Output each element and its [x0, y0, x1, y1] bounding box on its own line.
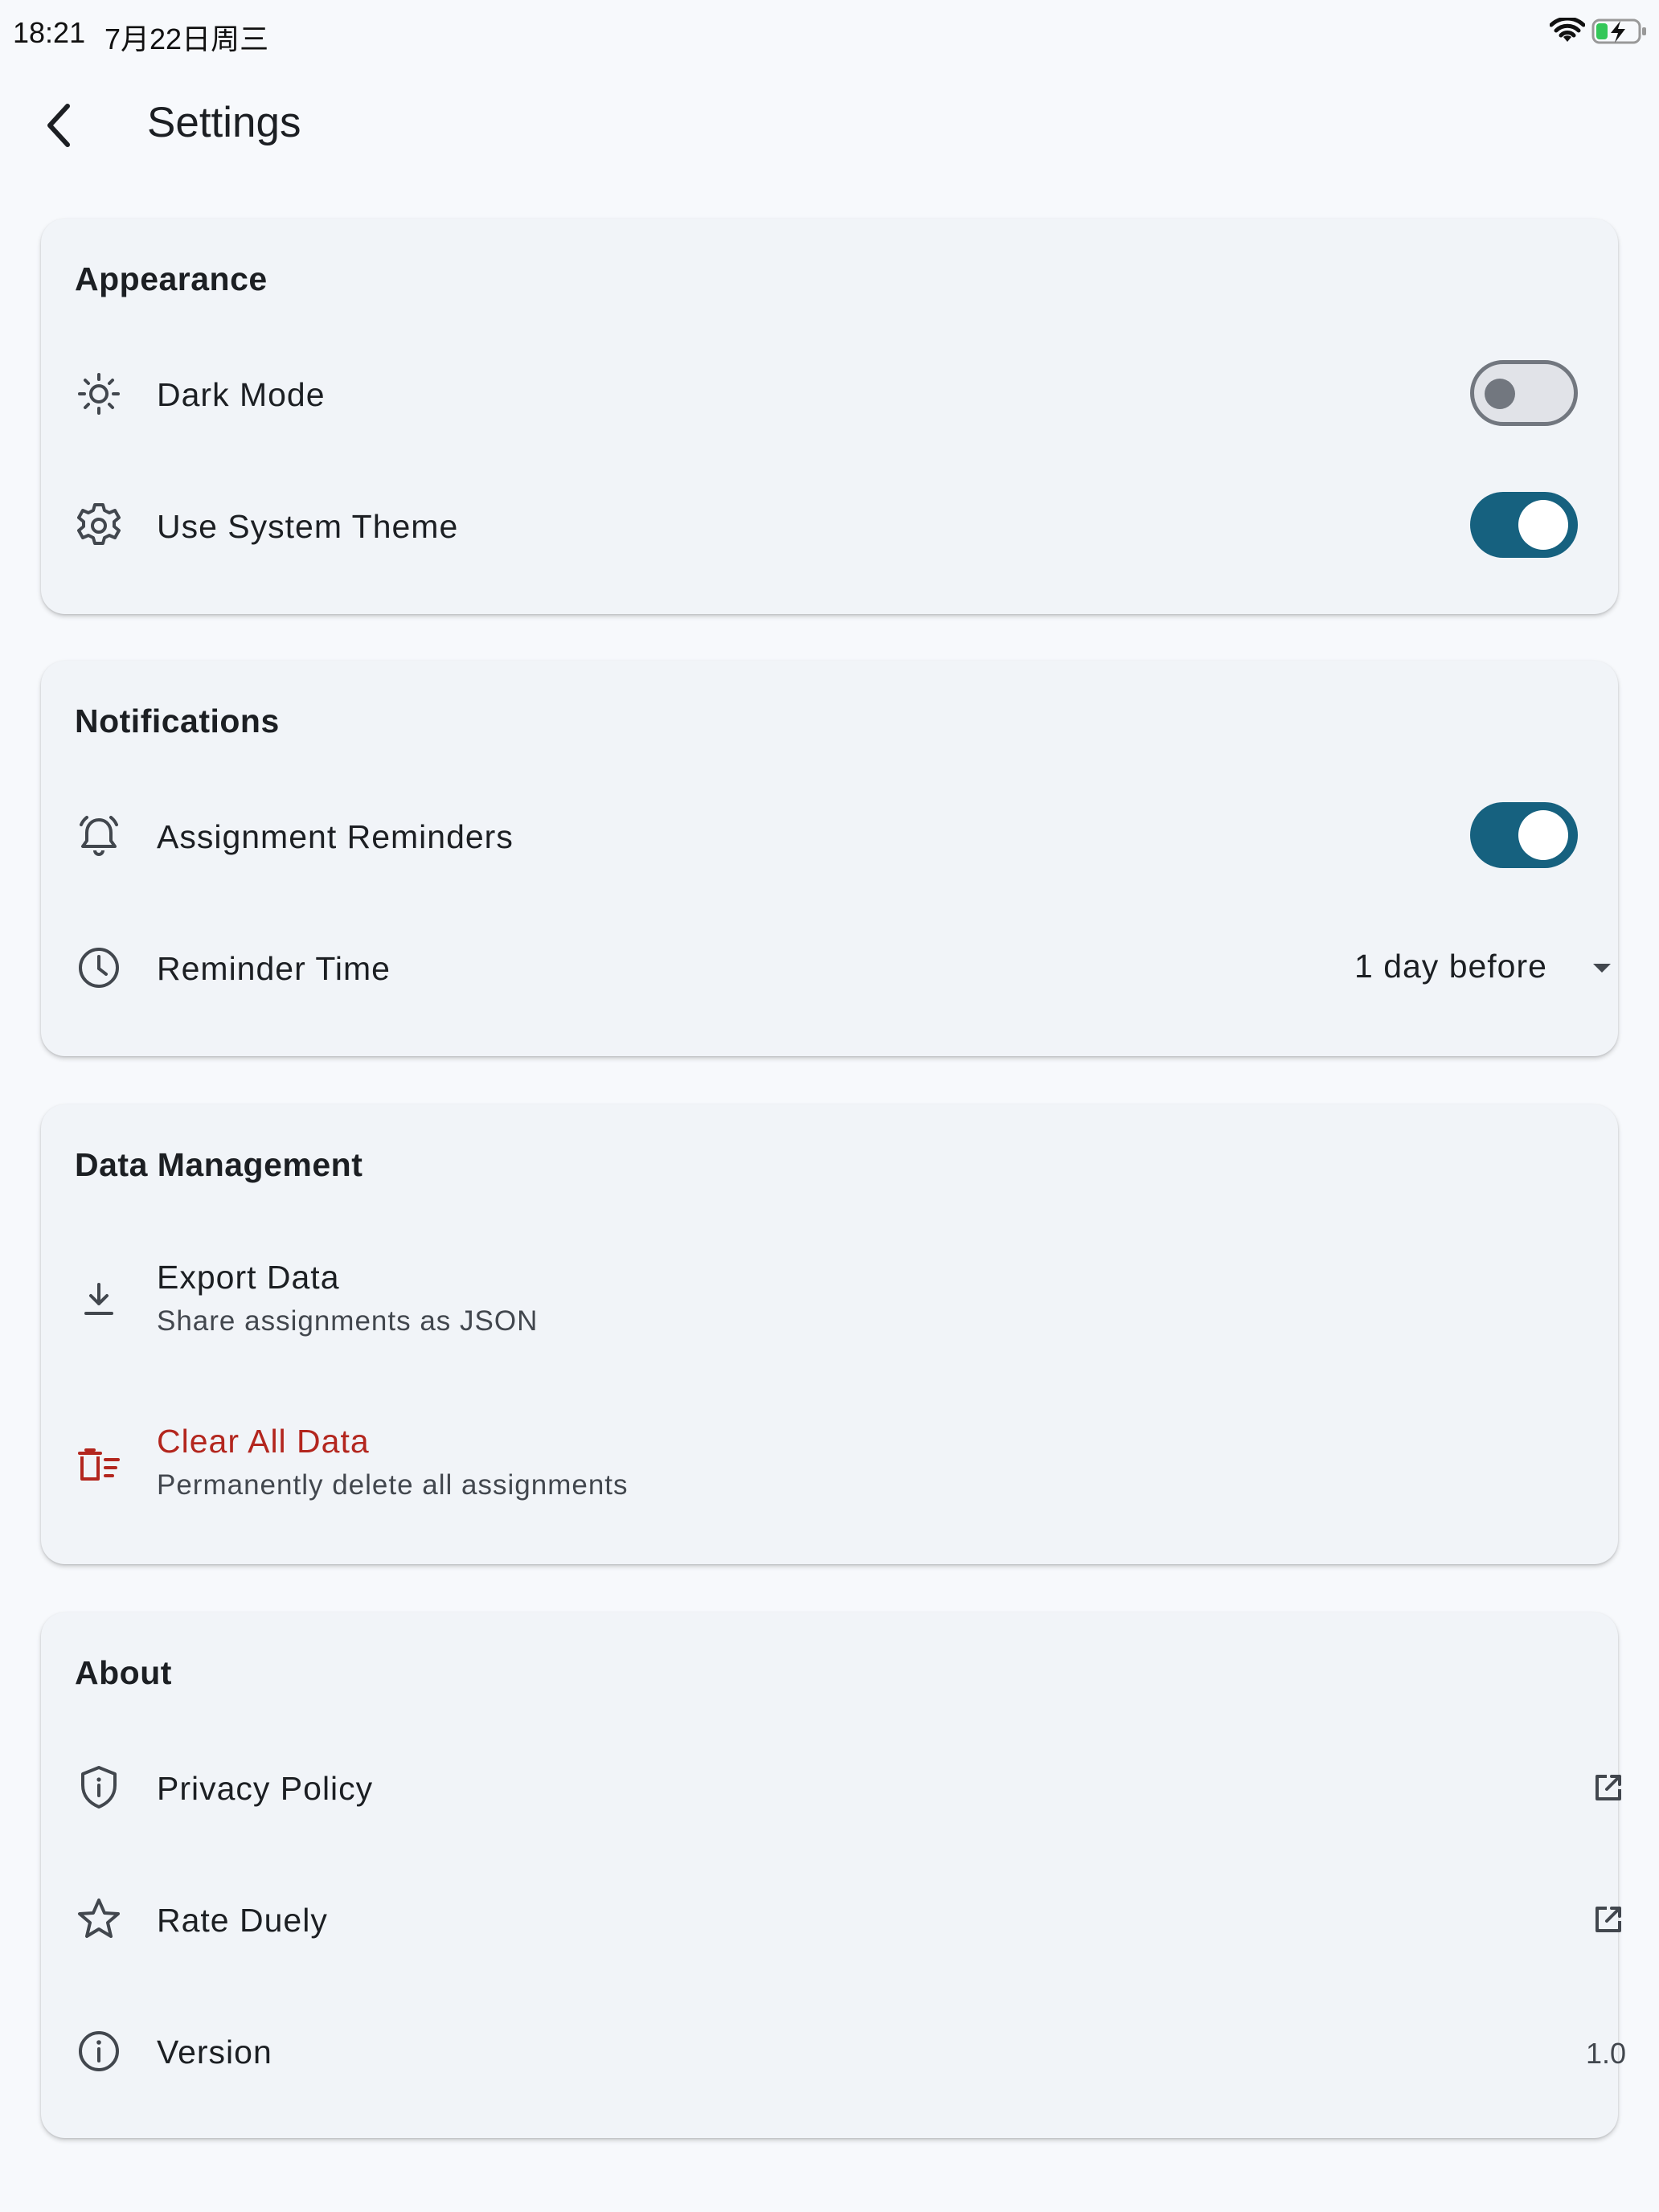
download-icon — [73, 1275, 125, 1326]
wifi-icon — [1550, 18, 1585, 42]
open-in-new-icon — [1591, 1770, 1626, 1805]
shield-info-icon — [73, 1762, 125, 1813]
privacy-policy-label: Privacy Policy — [157, 1770, 374, 1807]
info-icon — [73, 2026, 125, 2077]
reminder-time-row: Reminder Time 1 day before — [41, 928, 1618, 1008]
toggle-knob — [1518, 810, 1568, 860]
assignment-reminders-row[interactable]: Assignment Reminders — [41, 796, 1618, 876]
clock-icon — [73, 942, 125, 993]
toggle-knob — [1485, 379, 1515, 409]
gear-icon — [73, 500, 125, 551]
version-label: Version — [157, 2034, 272, 2071]
clear-all-data-row[interactable]: Clear All Data Permanently delete all as… — [41, 1405, 1618, 1526]
star-icon — [73, 1894, 125, 1945]
section-title-data-management: Data Management — [75, 1146, 363, 1183]
back-arrow-icon[interactable] — [37, 96, 82, 154]
rate-duely-label: Rate Duely — [157, 1902, 328, 1939]
version-value: 1.0 — [1586, 2037, 1627, 2070]
toggle-knob — [1518, 500, 1568, 550]
export-data-row[interactable]: Export Data Share assignments as JSON — [41, 1241, 1618, 1362]
data-management-card: Data Management Export Data Share assign… — [41, 1104, 1618, 1564]
status-time: 18:21 — [13, 16, 86, 49]
export-data-subtitle: Share assignments as JSON — [157, 1305, 539, 1337]
clear-all-data-subtitle: Permanently delete all assignments — [157, 1469, 629, 1501]
section-title-appearance: Appearance — [75, 260, 268, 297]
dropdown-caret-icon — [1593, 964, 1611, 973]
app-bar: Settings — [0, 64, 1659, 183]
section-title-about: About — [75, 1654, 172, 1691]
clear-all-data-label: Clear All Data — [157, 1423, 370, 1460]
rate-duely-row[interactable]: Rate Duely — [41, 1879, 1621, 1960]
privacy-policy-row[interactable]: Privacy Policy — [41, 1747, 1621, 1828]
system-theme-label: Use System Theme — [157, 508, 459, 545]
sun-icon — [73, 368, 125, 420]
version-row: Version 1.0 — [41, 2011, 1626, 2091]
about-card: About Privacy Policy Rate Duely Version … — [41, 1612, 1626, 2138]
battery-charging-icon — [1591, 18, 1646, 44]
system-theme-toggle[interactable] — [1470, 492, 1578, 558]
notifications-card: Notifications Assignment Reminders Remin… — [41, 661, 1618, 1056]
reminder-time-label: Reminder Time — [157, 950, 391, 987]
assignment-reminders-label: Assignment Reminders — [157, 818, 514, 855]
export-data-label: Export Data — [157, 1259, 340, 1296]
assignment-reminders-toggle[interactable] — [1470, 802, 1578, 868]
alarm-bell-icon — [73, 810, 125, 862]
appearance-card: Appearance Dark Mode Use System Theme — [41, 219, 1618, 614]
delete-sweep-icon — [73, 1439, 125, 1490]
status-date: 7月22日周三 — [104, 23, 269, 55]
page-title: Settings — [147, 99, 301, 146]
reminder-time-value: 1 day before — [1354, 948, 1547, 985]
dark-mode-label: Dark Mode — [157, 376, 326, 413]
reminder-time-dropdown[interactable]: 1 day before — [1311, 940, 1616, 996]
open-in-new-icon — [1591, 1902, 1626, 1937]
dark-mode-row[interactable]: Dark Mode — [41, 354, 1618, 434]
section-title-notifications: Notifications — [75, 703, 280, 739]
status-bar: 18:21 7月22日周三 — [0, 0, 1659, 64]
dark-mode-toggle[interactable] — [1470, 360, 1578, 426]
system-theme-row[interactable]: Use System Theme — [41, 485, 1618, 566]
